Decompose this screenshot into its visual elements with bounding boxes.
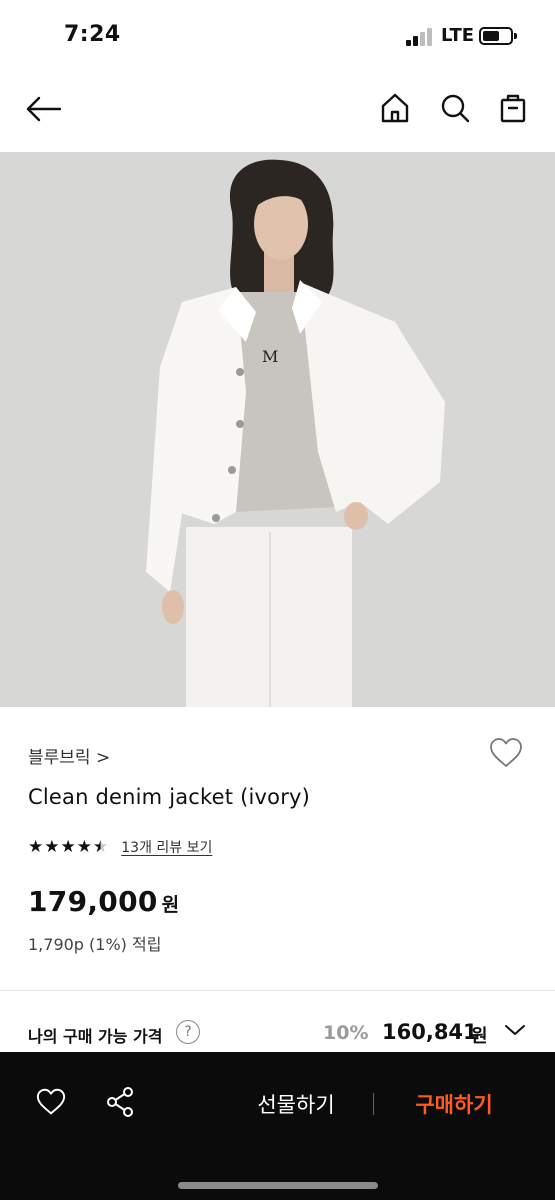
top-nav [0,72,555,152]
discounted-currency: 원 [471,1026,488,1047]
share-icon [107,1087,133,1117]
star-icon: ★ [44,837,60,857]
bottom-action-bar: 선물하기 구매하기 [0,1052,555,1200]
star-icon: ★ [76,837,92,857]
wish-button[interactable] [31,1082,71,1122]
my-price-label: 나의 구매 가능 가격 [28,1027,163,1046]
home-icon [381,93,409,123]
search-icon [441,94,470,123]
home-indicator[interactable] [178,1182,378,1189]
my-price-row[interactable]: 나의 구매 가능 가격 ? 10% 160,841 원 [0,991,555,1052]
price-currency: 원 [161,894,180,916]
status-time: 7:24 [64,22,121,47]
discounted-price: 160,841 [382,1020,478,1044]
shopping-bag-icon [500,94,526,123]
rating-row: ★ ★ ★ ★ ★ 13개 리뷰 보기 [28,837,212,857]
buy-button[interactable]: 구매하기 [398,1084,510,1124]
battery-cap [514,33,517,39]
bottom-separator [373,1093,374,1115]
half-star-icon: ★ [93,837,109,857]
discount-rate: 10% [323,1022,369,1044]
back-button[interactable] [22,87,66,131]
product-photo[interactable]: M [0,152,555,707]
heart-icon [36,1088,66,1115]
arrow-left-icon [26,96,62,122]
star-icon: ★ [60,837,76,857]
model-illustration: M [0,152,555,707]
wishlist-button[interactable] [484,733,528,773]
network-label: LTE [441,25,475,46]
reward-points: 1,790p (1%) 적립 [28,935,162,954]
svg-text:M: M [262,347,278,366]
review-link[interactable]: 13개 리뷰 보기 [121,837,212,857]
product-name: Clean denim jacket (ivory) [28,785,311,809]
brand-link[interactable]: 블루브릭 > [28,743,110,768]
home-button[interactable] [373,86,417,130]
gift-button[interactable]: 선물하기 [240,1084,352,1124]
product-price: 179,000 [28,885,158,918]
search-button[interactable] [433,86,477,130]
battery-icon [479,27,513,45]
status-bar: 7:24 LTE [0,0,555,72]
star-icon: ★ [28,837,44,857]
heart-icon [490,738,522,767]
share-button[interactable] [100,1082,140,1122]
rating-stars: ★ ★ ★ ★ ★ [28,837,109,857]
price-row: 179,000 원 [28,885,179,918]
cart-button[interactable] [491,86,535,130]
help-icon[interactable]: ? [176,1020,200,1044]
signal-icon [406,28,434,46]
chevron-down-icon[interactable] [503,1022,527,1042]
product-info: 블루브릭 > Clean denim jacket (ivory) ★ ★ ★ … [0,707,555,992]
